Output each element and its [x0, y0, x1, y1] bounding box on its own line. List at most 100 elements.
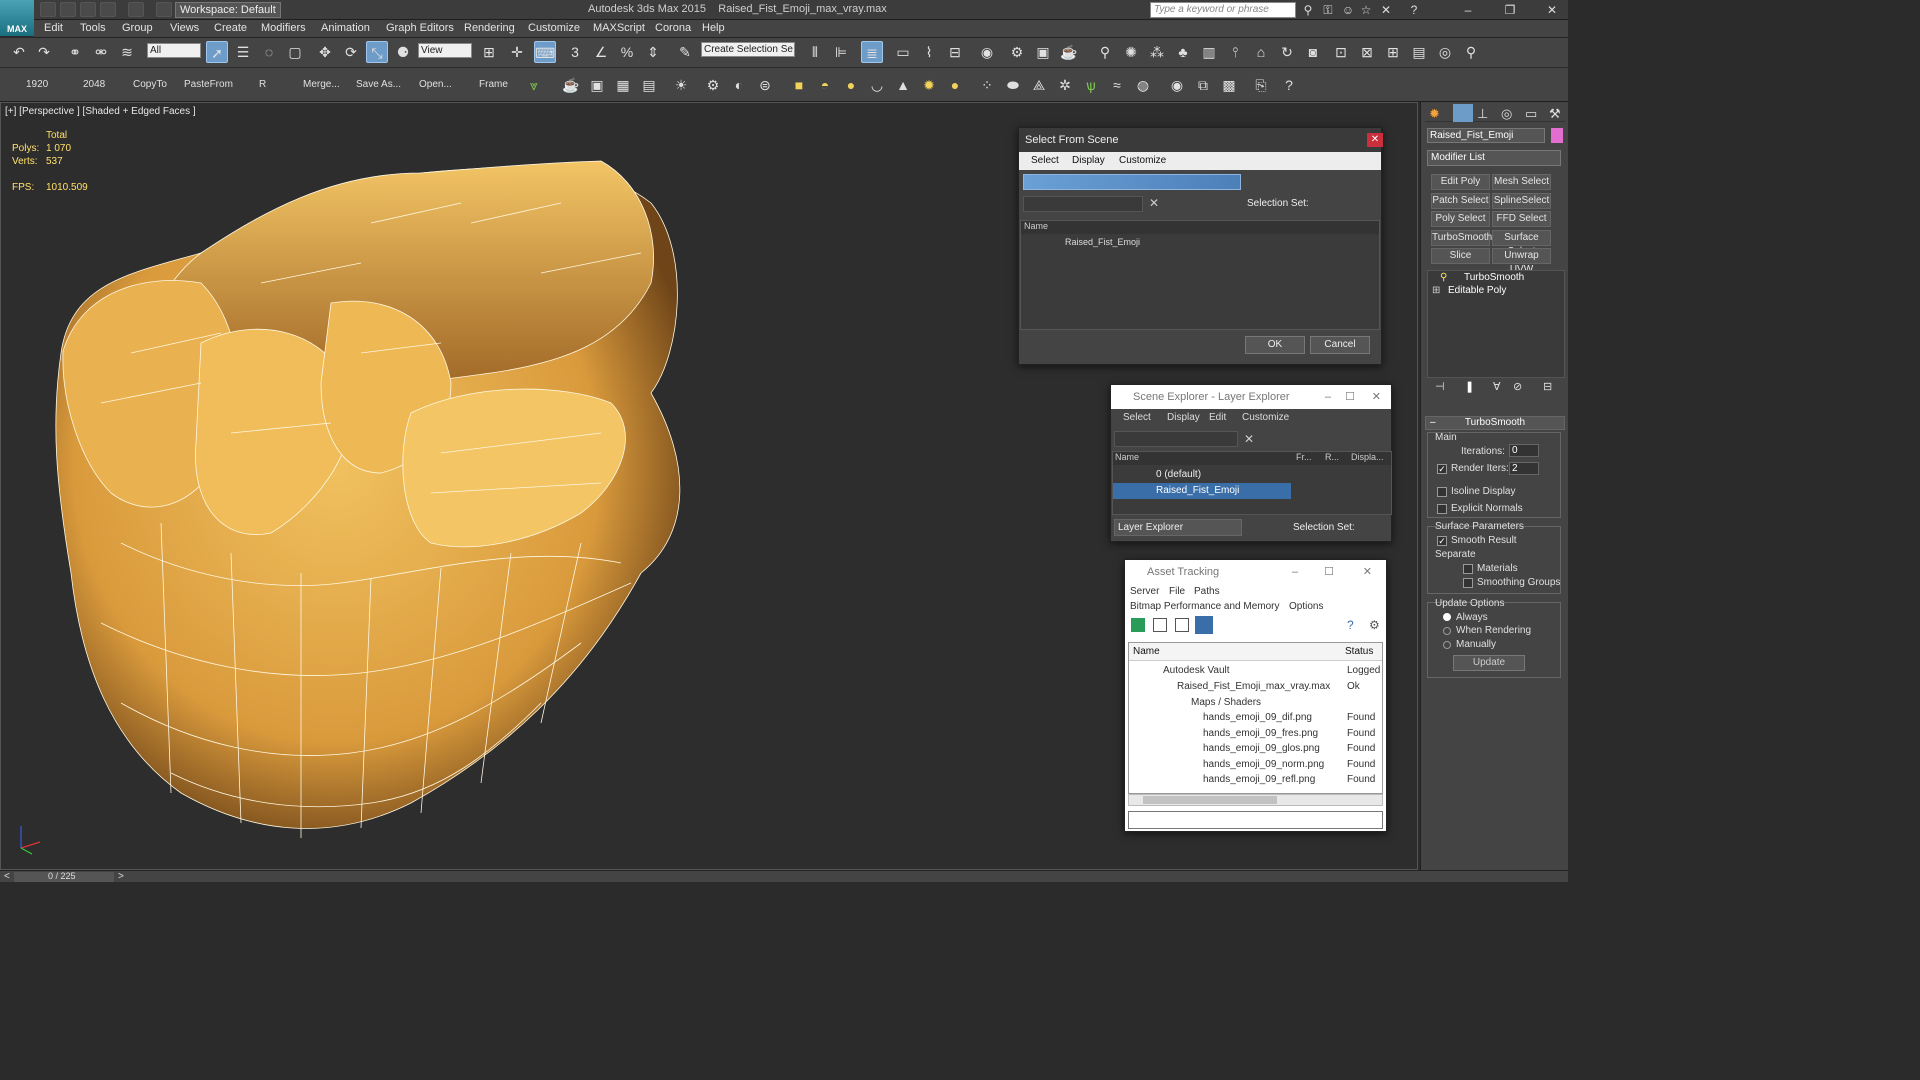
unwrap-uvw-button[interactable]: Unwrap UVW — [1492, 248, 1551, 275]
close-icon[interactable]: ✕ — [1544, 2, 1560, 18]
maximize-icon[interactable]: ☐ — [1324, 560, 1334, 584]
clear-icon[interactable]: ✕ — [1149, 196, 1159, 210]
remove-modifier-icon[interactable]: ⊘ — [1513, 380, 1522, 393]
schematic-view-icon[interactable]: ⊟ — [944, 41, 966, 63]
merge-button[interactable]: Merge... — [303, 79, 340, 90]
configure-modifier-sets-icon[interactable]: ⊟ — [1543, 380, 1552, 393]
sound-icon[interactable]: ◐ — [728, 74, 750, 96]
table-icon[interactable]: ▤ — [638, 74, 660, 96]
redo-icon[interactable]: ↷ — [33, 41, 55, 63]
minimize-icon[interactable]: – — [1325, 385, 1331, 409]
render-iters-checkbox[interactable]: ✓ — [1437, 464, 1447, 474]
undo-icon[interactable] — [100, 2, 116, 17]
menu-customize[interactable]: Customize — [1242, 412, 1289, 423]
angle-snap-icon[interactable]: ∠ — [590, 41, 612, 63]
make-unique-icon[interactable]: ∀ — [1493, 380, 1501, 393]
list-item[interactable]: Raised_Fist_Emoji — [1021, 237, 1379, 247]
render-elements-icon[interactable]: ⧉ — [1192, 74, 1214, 96]
project-icon[interactable] — [156, 2, 172, 17]
open-icon[interactable] — [60, 2, 76, 17]
surface-select-button[interactable]: Surface Select — [1492, 230, 1551, 257]
menu-group[interactable]: Group — [122, 22, 153, 34]
column-name[interactable]: Name — [1115, 452, 1139, 462]
asset-row[interactable]: hands_emoji_09_glos.png Found — [1129, 741, 1382, 756]
time-slider[interactable]: < 0 / 225 > — [0, 870, 1568, 882]
turbosmooth-rollout-header[interactable]: – TurboSmooth — [1425, 416, 1565, 430]
teapot-icon[interactable]: ☕ — [560, 74, 582, 96]
grass-icon[interactable]: ѱ — [1080, 74, 1102, 96]
utilities-tab-icon[interactable]: ⚒ — [1549, 106, 1561, 122]
menu-server[interactable]: Server — [1130, 586, 1159, 597]
ruler-icon[interactable]: ⫯ — [1224, 41, 1246, 63]
menu-edit[interactable]: Edit — [1209, 412, 1226, 423]
selection-filter-dropdown[interactable]: All — [147, 43, 201, 58]
menu-file[interactable]: File — [1169, 586, 1185, 597]
bulb-icon[interactable]: ⚲ — [1460, 41, 1482, 63]
select-manipulate-icon[interactable]: ✛ — [506, 41, 528, 63]
layer-list[interactable]: Name Fr... R... Displa... 0 (default) Ra… — [1112, 451, 1392, 515]
place-icon[interactable]: ⚈ — [392, 41, 414, 63]
pin-stack-icon[interactable]: ⊣ — [1435, 380, 1445, 393]
key-icon[interactable]: ⚿ — [1320, 2, 1336, 18]
object-color-swatch[interactable] — [1551, 128, 1563, 143]
expand-icon[interactable]: ⊞ — [1432, 284, 1440, 297]
column-name[interactable]: Name — [1021, 221, 1379, 234]
thumbnail-icon[interactable] — [1175, 618, 1189, 632]
grid-icon[interactable]: ⊞ — [1382, 41, 1404, 63]
pill-icon[interactable]: ⬬ — [1002, 74, 1024, 96]
bulb-icon[interactable]: ⚲ — [1440, 271, 1447, 284]
menu-customize[interactable]: Customize — [1119, 155, 1166, 166]
layer-row-selected[interactable]: Raised_Fist_Emoji — [1113, 483, 1291, 499]
asset-row[interactable]: hands_emoji_09_fres.png Found — [1129, 726, 1382, 741]
menu-display[interactable]: Display — [1167, 412, 1200, 423]
camera-icon[interactable]: ◙ — [1302, 41, 1324, 63]
scene-icon[interactable]: ⊠ — [1356, 41, 1378, 63]
update-button[interactable]: Update — [1453, 655, 1525, 671]
column-render[interactable]: R... — [1325, 452, 1339, 462]
object-name-input[interactable]: Raised_Fist_Emoji — [1427, 128, 1545, 143]
snaps-toggle-icon[interactable]: 3 — [564, 41, 586, 63]
calc-icon[interactable]: ▦ — [612, 74, 634, 96]
menu-rendering[interactable]: Rendering — [464, 22, 515, 34]
edit-named-selection-icon[interactable]: ✎ — [674, 41, 696, 63]
percent-snap-icon[interactable]: % — [616, 41, 638, 63]
spline-select-button[interactable]: SplineSelect — [1492, 193, 1551, 209]
close-icon[interactable]: ✕ — [1367, 133, 1383, 147]
explorer-search-input[interactable] — [1114, 431, 1238, 447]
cone-icon[interactable]: ▲ — [892, 74, 914, 96]
manually-radio[interactable] — [1443, 641, 1451, 649]
motion-tab-icon[interactable]: ◎ — [1501, 106, 1512, 122]
light-lister-icon[interactable]: ⚲ — [1094, 41, 1116, 63]
hierarchy-tab-icon[interactable]: ⊥ — [1477, 106, 1488, 122]
fur-icon[interactable]: ✲ — [1054, 74, 1076, 96]
sun-icon[interactable]: ✹ — [918, 74, 940, 96]
list-icon[interactable] — [1153, 618, 1167, 632]
frame-buffer-icon[interactable]: ▩ — [1218, 74, 1240, 96]
viewport-layout-icon[interactable]: ▤ — [1408, 41, 1430, 63]
asset-row[interactable]: Autodesk Vault Logged — [1129, 663, 1382, 678]
bowl-icon[interactable]: ◡ — [866, 74, 888, 96]
hair-icon[interactable]: ≈ — [1106, 74, 1128, 96]
spinner-snap-icon[interactable]: ⇕ — [642, 41, 664, 63]
copyto-button[interactable]: CopyTo — [133, 79, 167, 90]
unlink-icon[interactable]: ⚮ — [90, 41, 112, 63]
asset-path-input[interactable] — [1128, 811, 1383, 829]
dots-icon[interactable]: ⁘ — [976, 74, 998, 96]
collapse-icon[interactable]: – — [1430, 417, 1436, 429]
asset-row[interactable]: Raised_Fist_Emoji_max_vray.max Ok — [1129, 679, 1382, 694]
select-by-name-icon[interactable]: ☰ — [232, 41, 254, 63]
res-1920-button[interactable]: 1920 — [26, 79, 48, 90]
exchange-icon[interactable]: ✕ — [1378, 2, 1394, 18]
frame-icon[interactable]: ⊡ — [1330, 41, 1352, 63]
asset-row[interactable]: hands_emoji_09_refl.png Found — [1129, 772, 1382, 787]
find-input[interactable] — [1023, 196, 1143, 212]
horizontal-scrollbar[interactable] — [1128, 794, 1383, 806]
rendered-frame-window-icon[interactable]: ▣ — [1032, 41, 1054, 63]
toggle-ribbon-icon[interactable]: ▭ — [892, 41, 914, 63]
menu-help[interactable]: Help — [702, 22, 725, 34]
modifier-list-dropdown[interactable]: Modifier List — [1427, 150, 1561, 166]
menu-maxscript[interactable]: MAXScript — [593, 22, 645, 34]
menu-edit[interactable]: Edit — [44, 22, 63, 34]
cancel-button[interactable]: Cancel — [1310, 336, 1370, 354]
save-icon[interactable] — [80, 2, 96, 17]
